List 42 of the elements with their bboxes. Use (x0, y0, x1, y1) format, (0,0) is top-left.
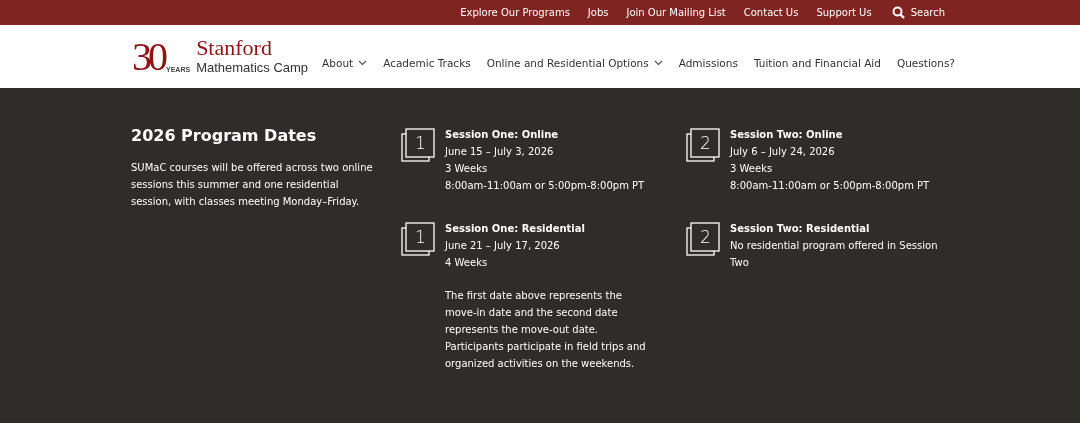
nav-link[interactable]: Explore Our Programs (460, 7, 570, 18)
session-number: 1 (415, 133, 426, 153)
intro-paragraph: SUMaC courses will be offered across two online sessions this summer and one residential session, with classes meeting Monday–Friday. (131, 161, 374, 209)
session-title: Session One: Online (445, 128, 560, 142)
stack-drawing (686, 222, 720, 256)
session-detail: 3 Weeks (730, 162, 774, 176)
nav-link[interactable]: Support Us (816, 7, 872, 18)
session-detail: July 6 – July 24, 2026 (730, 145, 836, 159)
nav-link[interactable]: Join Our Mailing List (626, 7, 726, 18)
search-link[interactable]: Search (891, 6, 945, 19)
nav-item[interactable]: About (322, 56, 368, 69)
session-title: Session Two: Residential (730, 222, 871, 236)
nav-item[interactable]: Tuition and Financial Aid (753, 56, 881, 69)
nav-link[interactable]: Contact Us (743, 7, 799, 18)
stack-drawing (401, 128, 435, 162)
nav-item[interactable]: Questions? (896, 56, 955, 69)
session-title: Session One: Residential (445, 222, 586, 236)
section-heading: 2026 Program Dates (131, 126, 318, 145)
chevron-down-icon (358, 59, 368, 66)
session-detail: 3 Weeks (445, 162, 489, 176)
search-icon (891, 6, 905, 19)
nav-item[interactable]: Online and Residential Options (486, 56, 663, 69)
session-number: 1 (415, 227, 426, 247)
stack-drawing (401, 222, 435, 256)
session-detail: No residential program offered in Session Two (730, 239, 939, 270)
session-detail: June 21 – July 17, 2026 (445, 239, 561, 253)
chevron-down-icon (653, 59, 663, 66)
session-detail: 8:00am-11:00am or 5:00pm-8:00pm PT (730, 179, 931, 193)
session-title: Session Two: Online (730, 128, 844, 142)
nav-item[interactable]: Admissions (678, 56, 738, 69)
nav-item[interactable]: Academic Tracks (383, 56, 471, 69)
session-number: 2 (700, 133, 711, 153)
session-detail: 8:00am-11:00am or 5:00pm-8:00pm PT (445, 179, 646, 193)
stack-drawing (686, 128, 720, 162)
anniversary-number: 30 (132, 37, 164, 76)
logo-subtitle: Mathematics Camp (196, 59, 309, 76)
nav-link[interactable]: Jobs (587, 7, 609, 18)
logo-title: Stanford (196, 37, 273, 59)
session-note: The first date above represents the move-in date and the second date represents the move-out date. Participants participate in field trips and organized activities on the weekends. (445, 289, 647, 371)
session-detail: June 15 – July 3, 2026 (445, 145, 555, 159)
session-number: 2 (700, 227, 711, 247)
session-detail: 4 Weeks (445, 256, 489, 270)
